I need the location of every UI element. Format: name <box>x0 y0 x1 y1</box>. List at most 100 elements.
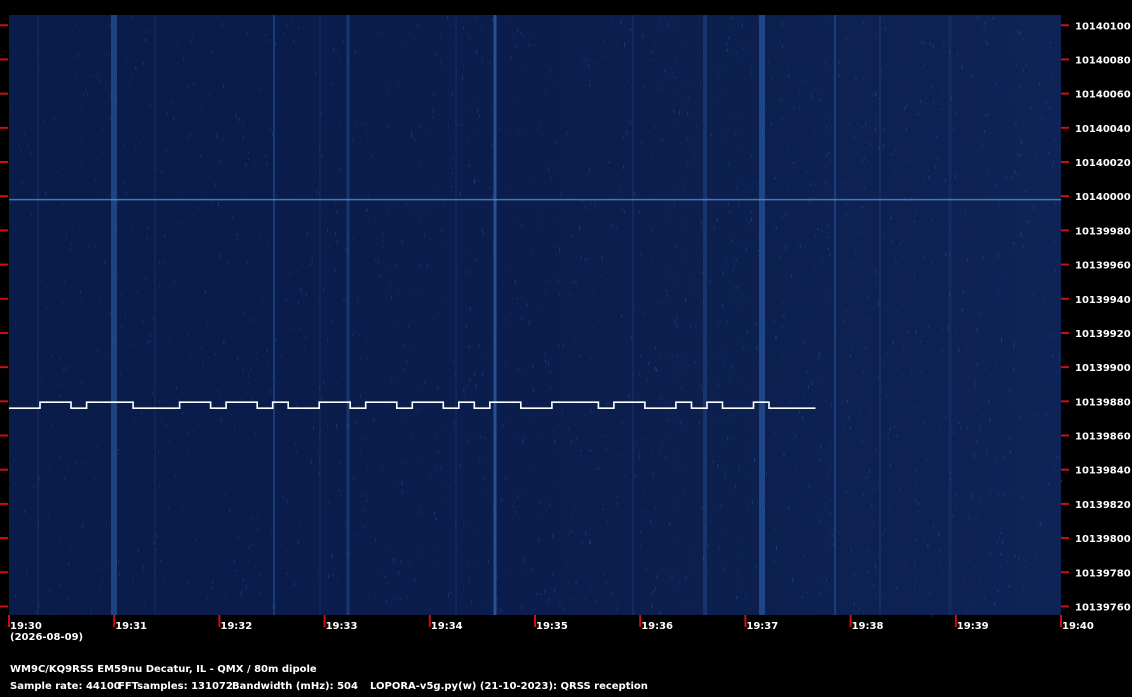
noise-speck <box>668 418 670 423</box>
noise-speck <box>336 210 338 214</box>
noise-speck <box>894 500 896 504</box>
noise-speck <box>738 203 740 207</box>
noise-speck <box>96 596 98 600</box>
noise-speck <box>597 45 599 47</box>
noise-speck <box>1041 216 1043 219</box>
noise-speck <box>853 602 855 606</box>
noise-speck <box>854 145 855 148</box>
noise-speck <box>748 190 750 193</box>
interference-streak <box>703 15 707 615</box>
noise-speck <box>865 476 867 479</box>
noise-speck <box>770 343 771 346</box>
noise-speck <box>326 228 328 232</box>
noise-speck <box>1025 23 1027 26</box>
noise-speck <box>736 595 738 600</box>
noise-speck <box>675 378 677 383</box>
noise-speck <box>565 565 567 570</box>
noise-speck <box>866 390 868 394</box>
noise-speck <box>815 129 816 133</box>
noise-speck <box>971 307 972 310</box>
noise-speck <box>454 278 455 281</box>
noise-speck <box>544 88 546 92</box>
noise-speck <box>63 554 65 557</box>
noise-speck <box>86 72 88 74</box>
noise-speck <box>622 421 624 425</box>
noise-speck <box>804 438 806 441</box>
noise-speck <box>31 403 33 407</box>
noise-speck <box>987 170 989 174</box>
noise-speck <box>717 76 719 79</box>
noise-speck <box>367 356 369 361</box>
noise-speck <box>997 255 999 259</box>
noise-speck <box>838 73 840 77</box>
y-tick-mark-right <box>1061 24 1069 27</box>
noise-speck <box>893 598 895 602</box>
noise-speck <box>610 222 612 227</box>
noise-speck <box>434 545 436 549</box>
noise-speck <box>679 365 681 367</box>
noise-speck <box>83 380 85 383</box>
noise-speck <box>242 119 244 123</box>
noise-speck <box>382 246 384 249</box>
noise-speck <box>100 73 101 75</box>
noise-speck <box>621 314 622 318</box>
noise-speck <box>736 382 738 384</box>
noise-speck <box>829 159 830 164</box>
noise-speck <box>312 230 314 234</box>
noise-speck <box>649 181 651 184</box>
noise-speck <box>271 377 273 380</box>
noise-speck <box>1009 389 1011 393</box>
noise-speck <box>596 61 598 64</box>
noise-speck <box>579 107 581 109</box>
noise-speck <box>747 503 749 507</box>
noise-speck <box>804 325 806 329</box>
noise-speck <box>491 195 493 198</box>
noise-speck <box>859 608 861 611</box>
noise-speck <box>786 187 788 191</box>
noise-speck <box>487 350 489 354</box>
noise-speck <box>865 120 867 125</box>
y-tick-mark-left <box>0 297 8 300</box>
noise-speck <box>266 39 268 44</box>
noise-speck <box>474 531 476 534</box>
noise-speck <box>890 216 892 220</box>
noise-speck <box>578 354 580 358</box>
noise-speck <box>334 268 336 273</box>
noise-speck <box>53 395 55 396</box>
noise-speck <box>28 531 30 533</box>
noise-speck <box>479 456 481 459</box>
noise-speck <box>1020 232 1022 235</box>
noise-speck <box>1005 434 1007 437</box>
noise-speck <box>497 430 499 434</box>
noise-speck <box>820 445 822 449</box>
noise-speck <box>426 265 428 269</box>
noise-speck <box>1012 536 1014 538</box>
y-tick-label: 10139940 <box>1075 295 1131 306</box>
noise-speck <box>976 327 978 332</box>
noise-speck <box>468 270 470 274</box>
noise-speck <box>490 80 492 83</box>
noise-speck <box>729 380 731 384</box>
noise-speck <box>399 597 401 600</box>
noise-speck <box>358 295 360 298</box>
noise-speck <box>425 209 427 214</box>
noise-speck <box>846 202 848 205</box>
noise-speck <box>359 395 361 399</box>
noise-speck <box>215 132 217 136</box>
noise-speck <box>223 125 224 127</box>
noise-speck <box>668 21 670 24</box>
noise-speck <box>123 108 125 110</box>
noise-speck <box>954 174 956 179</box>
noise-speck <box>144 601 146 605</box>
noise-speck <box>473 179 475 183</box>
noise-speck <box>276 110 277 114</box>
noise-speck <box>676 353 678 357</box>
noise-speck <box>401 480 403 485</box>
noise-speck <box>59 528 61 532</box>
noise-speck <box>943 419 945 422</box>
noise-speck <box>66 484 68 486</box>
noise-speck <box>521 316 523 320</box>
noise-speck <box>963 579 965 582</box>
noise-speck <box>189 540 191 543</box>
noise-speck <box>817 227 819 230</box>
